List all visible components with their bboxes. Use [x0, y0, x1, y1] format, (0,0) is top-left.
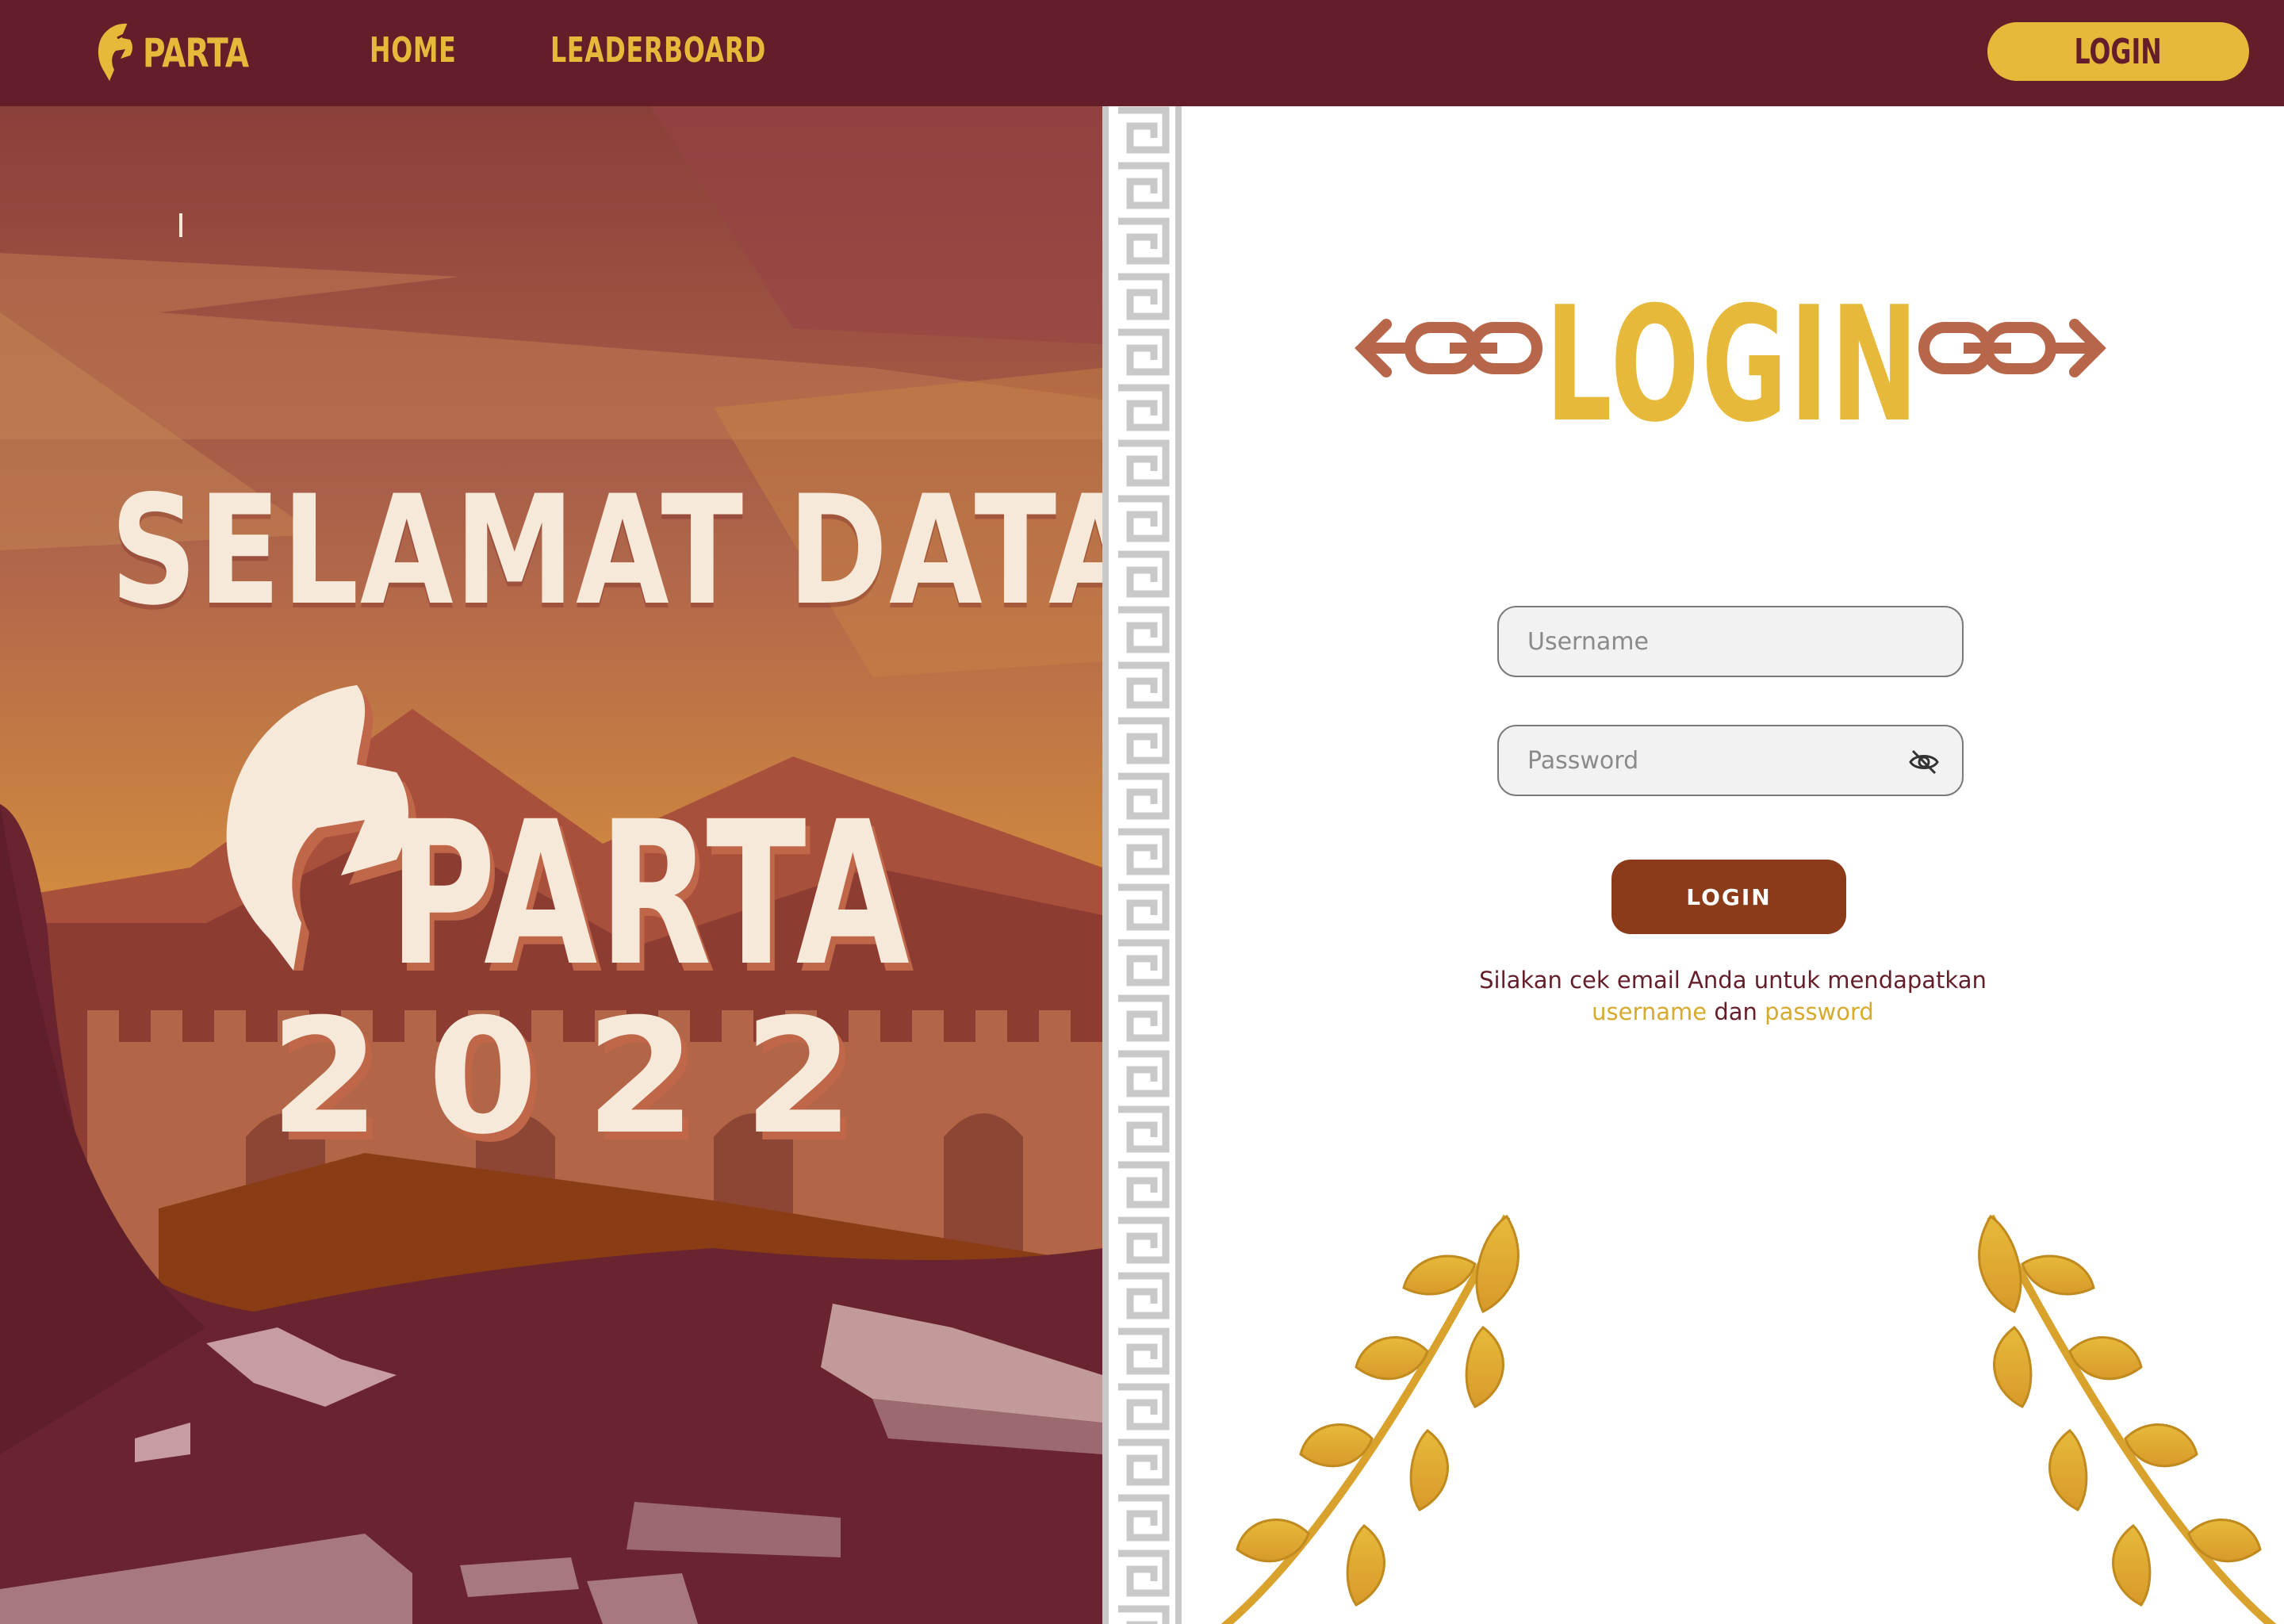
username-input[interactable]: [1499, 607, 1962, 676]
login-hint: Silakan cek email Anda untuk mendapatkan…: [1182, 964, 2284, 1028]
greek-key-border: [1102, 106, 1182, 1624]
nav-login-button[interactable]: LOGIN: [1987, 22, 2249, 81]
navbar: PARTA HOME LEADERBOARD LOGIN: [0, 0, 2284, 106]
brand-logo[interactable]: PARTA: [94, 22, 278, 84]
login-submit-label: LOGIN: [1686, 883, 1772, 910]
hero-welcome-text: SELAMAT DATANG: [110, 463, 1102, 638]
laurel-icon: [1221, 1214, 1519, 1624]
laurel-icon: [1978, 1214, 2277, 1624]
brand-name: PARTA: [143, 30, 249, 76]
hero-logo-text: PARTA: [389, 779, 911, 1009]
login-panel: LOGIN LOGIN Silakan cek email Anda untuk…: [1182, 106, 2284, 1624]
hero-year: 2022: [270, 985, 902, 1170]
hint-username-link: username: [1592, 998, 1707, 1025]
chain-arrow-icon: [1918, 319, 2106, 377]
password-field[interactable]: [1497, 725, 1964, 796]
hint-text: Silakan cek email Anda untuk mendapatkan: [1479, 967, 1987, 994]
nav-login-label: LOGIN: [2074, 31, 2163, 72]
eye-off-icon[interactable]: [1908, 746, 1940, 778]
nav-link-leaderboard[interactable]: LEADERBOARD: [550, 30, 766, 71]
hint-password-link: password: [1765, 998, 1874, 1025]
username-field[interactable]: [1497, 606, 1964, 677]
nav-link-home[interactable]: HOME: [370, 30, 456, 71]
spartan-helmet-icon: [98, 23, 132, 82]
password-input[interactable]: [1499, 726, 1962, 795]
login-submit-button[interactable]: LOGIN: [1611, 860, 1846, 934]
hint-and: dan: [1714, 998, 1757, 1025]
hero-illustration: SELAMAT DATANG PARTA 2022: [0, 106, 1102, 1624]
